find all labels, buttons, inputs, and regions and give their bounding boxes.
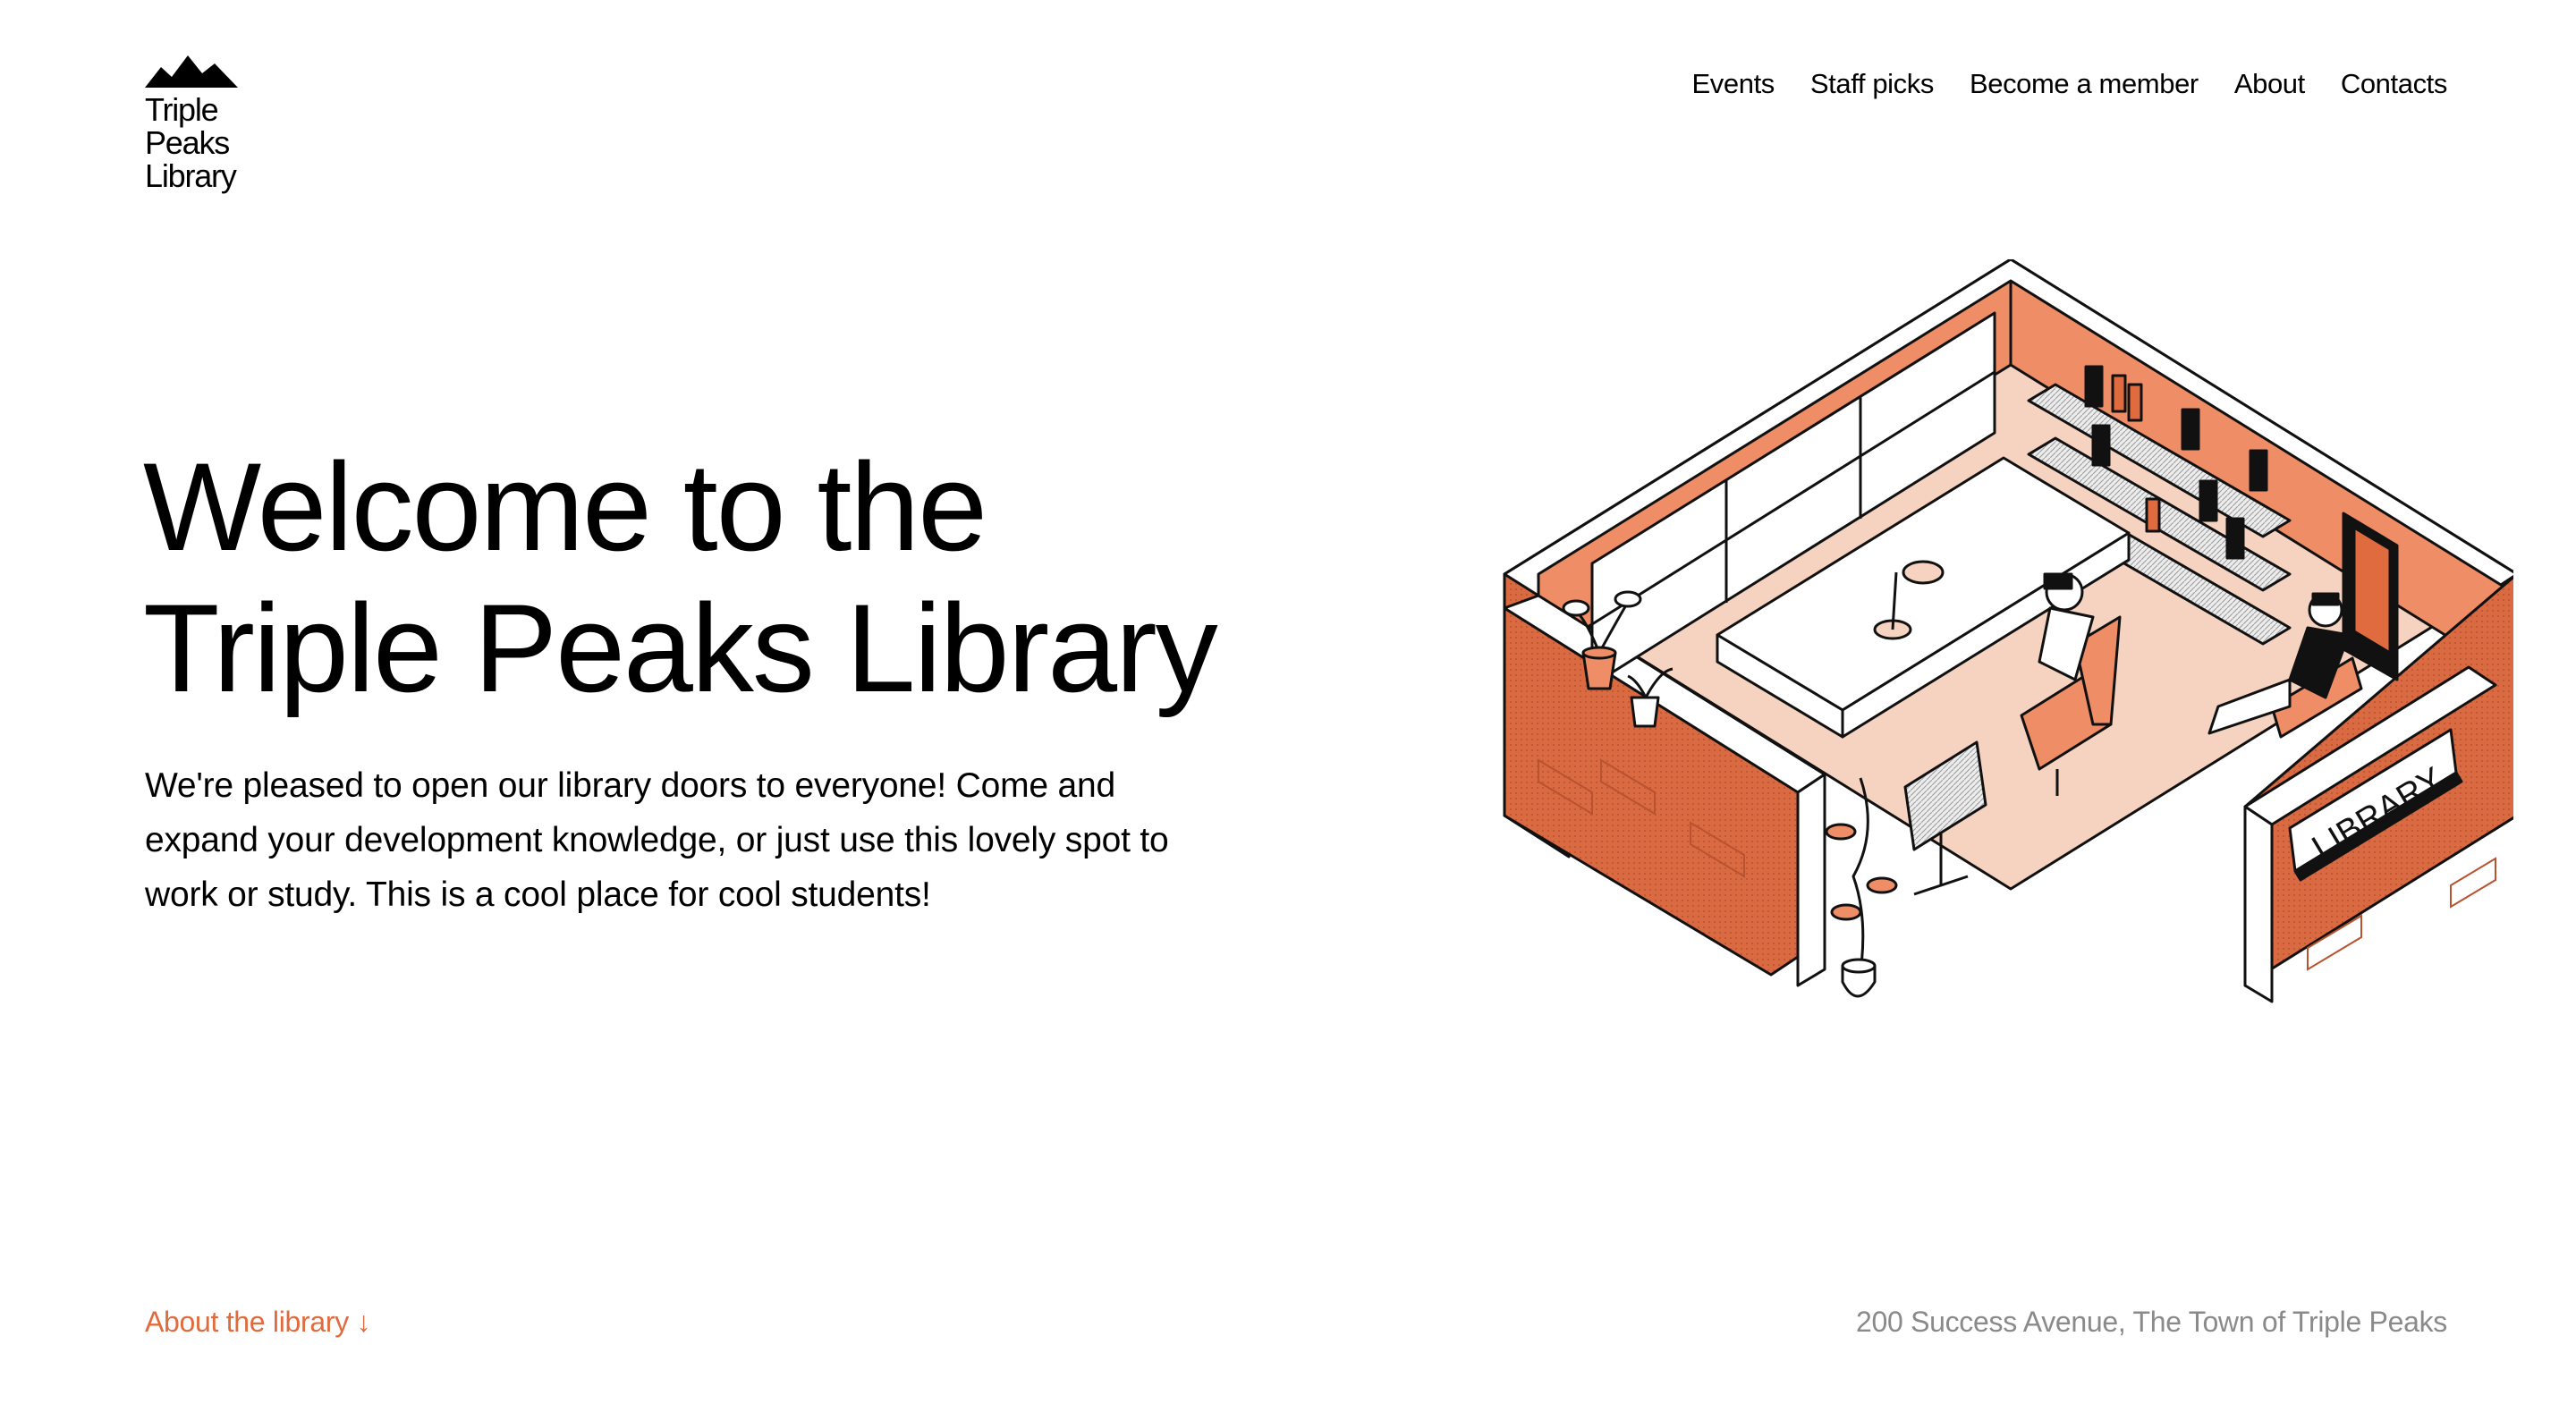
nav-about[interactable]: About: [2234, 68, 2305, 100]
hero-title-line-2: Triple Peaks Library: [143, 578, 1218, 718]
logo-line-peaks: Peaks: [145, 124, 230, 161]
mountain-peaks-icon: [145, 55, 238, 88]
nav-events[interactable]: Events: [1692, 68, 1775, 100]
isometric-library-room-illustration: LIBRARY: [1503, 259, 2513, 1003]
intro-paragraph: We're pleased to open our library doors …: [145, 766, 1169, 914]
hero-title: Welcome to the Triple Peaks Library: [143, 436, 1395, 719]
nav-staff-picks[interactable]: Staff picks: [1810, 68, 1934, 100]
hero-title-line-1: Welcome to the: [143, 436, 987, 577]
logo-line-library: Library: [145, 157, 237, 194]
logo-text: Triple Peaks Library: [145, 93, 238, 192]
address-text: 200 Success Avenue, The Town of Triple P…: [1855, 1306, 2447, 1338]
nav-become-member[interactable]: Become a member: [1970, 68, 2199, 100]
about-library-link[interactable]: About the library ↓: [145, 1306, 371, 1339]
logo-line-triple: Triple: [145, 91, 219, 128]
main-nav: Events Staff picks Become a member About…: [1692, 68, 2448, 100]
nav-contacts[interactable]: Contacts: [2341, 68, 2448, 100]
logo-home-link[interactable]: Triple Peaks Library: [145, 55, 238, 192]
